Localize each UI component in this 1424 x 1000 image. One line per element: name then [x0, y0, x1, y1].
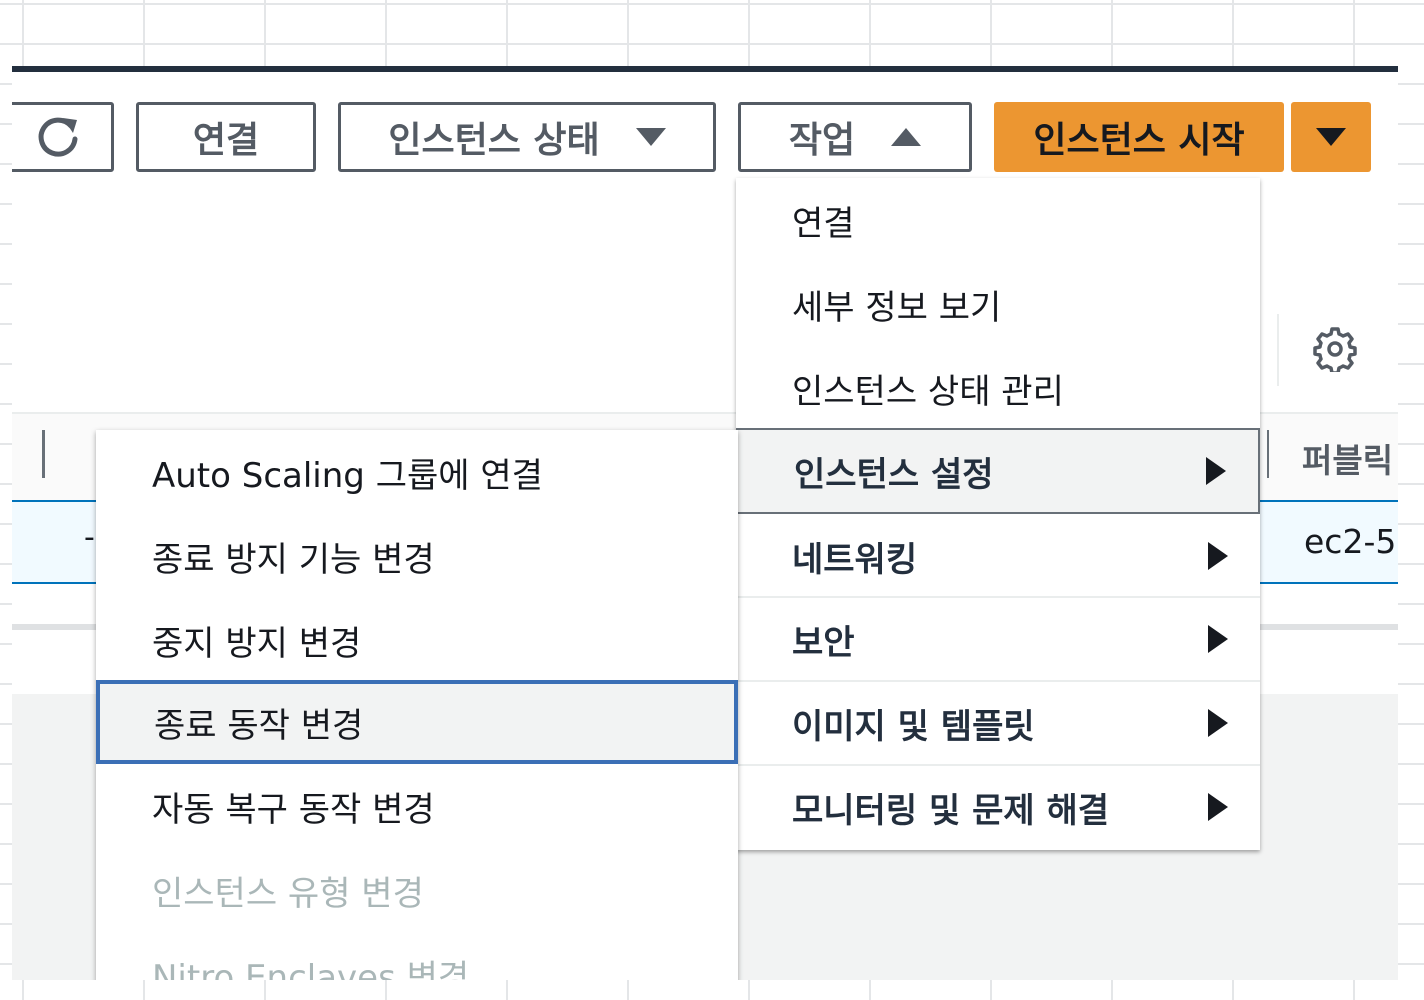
actions-button[interactable]: 작업 [738, 102, 972, 172]
menu-item-instance-settings[interactable]: 인스턴스 설정 [736, 428, 1260, 514]
submenu-item-label: 인스턴스 유형 변경 [152, 873, 424, 914]
row-cell-public-dns: ec2-5 [1304, 522, 1397, 561]
menu-item-label: 세부 정보 보기 [792, 287, 1002, 328]
toolbar-divider [1277, 314, 1279, 386]
instance-state-label: 인스턴스 상태 [388, 120, 600, 161]
submenu-item-label: 중지 방지 변경 [152, 623, 362, 664]
menu-item-label: 네트워킹 [792, 539, 918, 580]
chevron-right-icon [1208, 542, 1228, 570]
menu-item-security[interactable]: 보안 [736, 596, 1260, 680]
caret-down-icon [635, 128, 666, 146]
actions-menu: 연결 세부 정보 보기 인스턴스 상태 관리 인스턴스 설정 네트워킹 보안 이… [736, 178, 1260, 850]
submenu-item-nitro-enclaves: Nitro Enclaves 변경 [96, 932, 738, 981]
submenu-item-label: 종료 방지 기능 변경 [152, 539, 435, 580]
chevron-right-icon [1208, 625, 1228, 653]
instance-state-button[interactable]: 인스턴스 상태 [338, 102, 716, 172]
launch-instance-label: 인스턴스 시작 [1033, 120, 1245, 161]
submenu-item-shutdown-behavior[interactable]: 종료 동작 변경 [96, 680, 738, 764]
submenu-item-label: Nitro Enclaves 변경 [152, 957, 470, 981]
launch-instance-button[interactable]: 인스턴스 시작 [994, 102, 1284, 172]
menu-item-view-details[interactable]: 세부 정보 보기 [736, 262, 1260, 346]
column-divider[interactable] [42, 430, 45, 478]
column-divider[interactable] [1267, 430, 1269, 478]
submenu-item-instance-type: 인스턴스 유형 변경 [96, 848, 738, 932]
caret-down-icon [1316, 128, 1346, 146]
connect-button-label: 연결 [192, 120, 260, 161]
submenu-item-auto-recovery[interactable]: 자동 복구 동작 변경 [96, 764, 738, 848]
menu-item-images-templates[interactable]: 이미지 및 템플릿 [736, 680, 1260, 764]
refresh-button[interactable] [12, 102, 114, 172]
submenu-item-label: 자동 복구 동작 변경 [152, 789, 435, 830]
instance-settings-submenu: Auto Scaling 그룹에 연결 종료 방지 기능 변경 중지 방지 변경… [96, 430, 738, 980]
actions-label: 작업 [788, 120, 856, 161]
column-header-public[interactable]: 퍼블릭 [1302, 434, 1393, 482]
row-cell-dash: - [84, 520, 95, 555]
panel-top-border [12, 66, 1398, 72]
submenu-item-stop-protection[interactable]: 중지 방지 변경 [96, 598, 738, 682]
submenu-item-label: Auto Scaling 그룹에 연결 [152, 455, 543, 496]
chevron-right-icon [1208, 709, 1228, 737]
menu-item-label: 인스턴스 설정 [794, 454, 994, 495]
menu-item-manage-state[interactable]: 인스턴스 상태 관리 [736, 346, 1260, 430]
gear-icon[interactable] [1312, 326, 1358, 372]
menu-item-connect[interactable]: 연결 [736, 178, 1260, 262]
submenu-item-label: 종료 동작 변경 [154, 705, 364, 746]
menu-item-label: 연결 [792, 203, 855, 244]
instances-panel: 연결 인스턴스 상태 작업 인스턴스 시작 퍼블릭 - ec2-5 연결 세부 … [12, 66, 1398, 980]
caret-up-icon [891, 128, 922, 146]
chevron-right-icon [1208, 793, 1228, 821]
chevron-right-icon [1206, 457, 1226, 485]
menu-item-label: 이미지 및 템플릿 [792, 706, 1035, 747]
menu-item-label: 인스턴스 상태 관리 [792, 371, 1064, 412]
menu-item-label: 모니터링 및 문제 해결 [792, 790, 1110, 831]
submenu-item-auto-scaling[interactable]: Auto Scaling 그룹에 연결 [96, 430, 738, 514]
refresh-icon [38, 117, 78, 157]
menu-item-networking[interactable]: 네트워킹 [736, 514, 1260, 598]
menu-item-label: 보안 [792, 622, 855, 663]
connect-button[interactable]: 연결 [136, 102, 316, 172]
launch-dropdown-button[interactable] [1291, 102, 1371, 172]
menu-item-monitoring[interactable]: 모니터링 및 문제 해결 [736, 764, 1260, 848]
submenu-item-termination-protection[interactable]: 종료 방지 기능 변경 [96, 514, 738, 598]
